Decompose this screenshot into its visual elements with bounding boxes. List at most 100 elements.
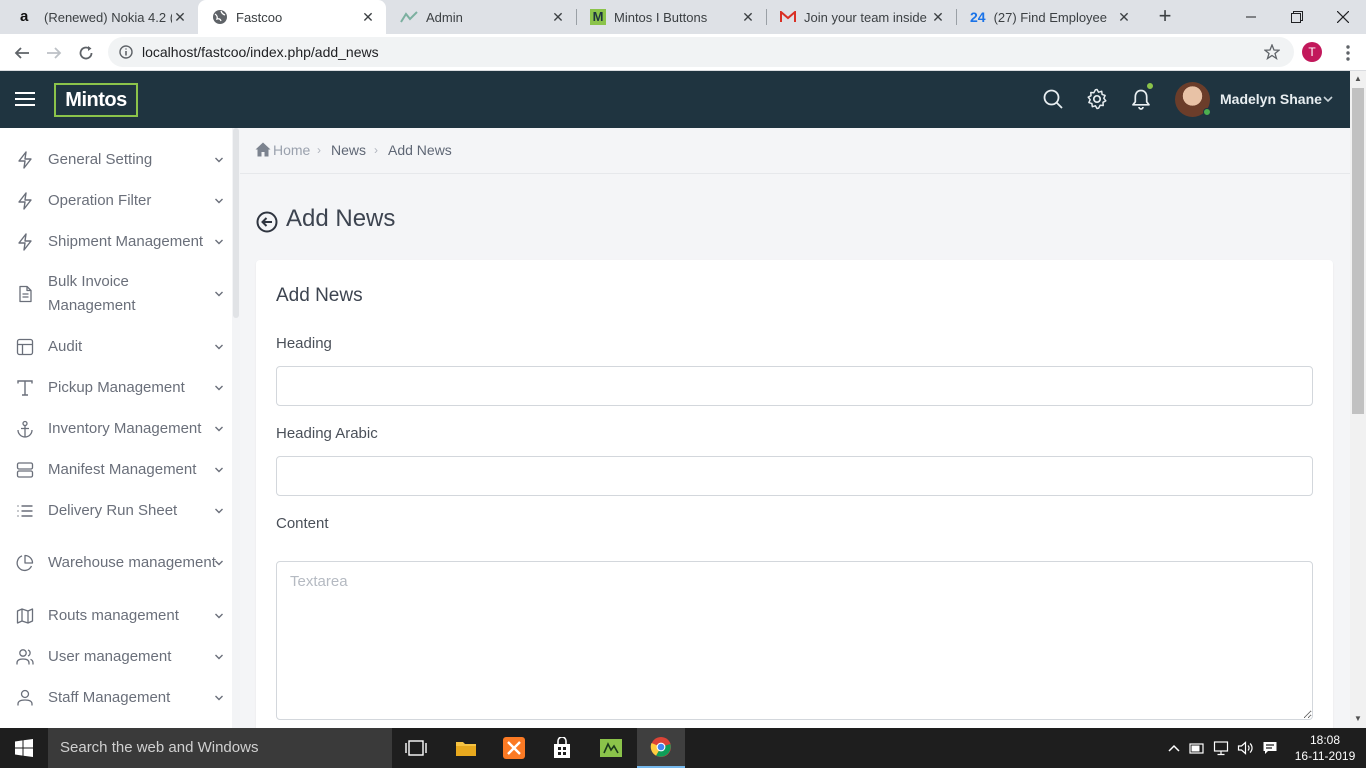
browser-tab-active[interactable]: Fastcoo ✕ (198, 0, 386, 34)
taskbar-app-editor[interactable] (587, 728, 635, 768)
sidebar-item-inventory-management[interactable]: Inventory Management (0, 417, 236, 441)
task-view-icon (405, 740, 427, 756)
network-icon[interactable] (1213, 740, 1229, 756)
start-button[interactable] (0, 728, 48, 768)
server-icon (16, 462, 34, 478)
close-icon[interactable]: ✕ (172, 9, 188, 26)
gear-icon[interactable] (1086, 88, 1108, 110)
arrow-right-icon (47, 47, 62, 59)
users-icon (16, 649, 34, 665)
new-tab-button[interactable]: + (1153, 5, 1177, 29)
close-icon[interactable]: ✕ (360, 9, 376, 26)
sidebar-item-delivery-run-sheet[interactable]: Delivery Run Sheet (0, 499, 236, 523)
breadcrumb-current: Add News (388, 142, 452, 158)
user-icon (17, 689, 33, 706)
sidebar-item-label: Operation Filter (48, 192, 152, 209)
chevron-down-icon (215, 654, 223, 660)
xampp-icon (503, 737, 525, 759)
search-icon[interactable] (1042, 88, 1064, 110)
sidebar-item-label: Manifest Management (48, 461, 197, 478)
editor-app-icon (600, 739, 622, 757)
sidebar-item-label: Pickup Management (48, 379, 185, 396)
sidebar-item-routs-management[interactable]: Routs management (0, 604, 236, 628)
bolt-icon (18, 192, 32, 210)
bolt-icon (18, 233, 32, 251)
close-icon[interactable]: ✕ (930, 9, 946, 26)
heading-input[interactable] (276, 366, 1313, 406)
battery-icon[interactable] (1189, 740, 1205, 756)
pie-chart-icon (16, 554, 34, 572)
breadcrumb-home[interactable]: Home (273, 142, 310, 158)
notification-dot (1146, 82, 1154, 90)
user-name[interactable]: Madelyn Shane (1220, 91, 1322, 107)
forward-button[interactable] (41, 40, 67, 66)
star-icon[interactable] (1264, 44, 1280, 60)
online-status-dot (1203, 108, 1211, 116)
heading-arabic-input[interactable] (276, 456, 1313, 496)
sidebar-item-staff-management[interactable]: Staff Management (0, 686, 236, 710)
info-icon[interactable] (119, 45, 133, 59)
browser-tab[interactable]: M Mintos I Buttons ✕ (576, 0, 766, 34)
bell-icon[interactable] (1130, 88, 1152, 110)
taskbar-clock[interactable]: 18:08 16-11-2019 (1292, 732, 1358, 764)
scroll-down-icon[interactable]: ▼ (1352, 713, 1364, 725)
chevron-down-icon (215, 613, 223, 619)
address-bar[interactable]: localhost/fastcoo/index.php/add_news (108, 37, 1294, 67)
brand-logo[interactable]: Mintos (54, 83, 138, 117)
back-button[interactable] (9, 40, 35, 66)
anchor-icon (17, 420, 33, 438)
close-window-button[interactable] (1320, 0, 1366, 34)
chevron-up-icon[interactable] (1166, 740, 1182, 756)
url-text: localhost/fastcoo/index.php/add_news (142, 44, 379, 60)
volume-icon[interactable] (1237, 740, 1253, 756)
sidebar-item-bulk-invoice-management[interactable]: Bulk Invoice Management (0, 270, 236, 318)
profile-avatar[interactable]: T (1302, 42, 1322, 62)
sidebar-item-manifest-management[interactable]: Manifest Management (0, 458, 236, 482)
chevron-down-icon[interactable] (1322, 93, 1334, 105)
browser-tab[interactable]: 24 (27) Find Employee ✕ (956, 0, 1142, 34)
hamburger-menu-icon[interactable] (15, 90, 35, 108)
sidebar-item-pickup-management[interactable]: Pickup Management (0, 376, 236, 400)
taskbar-app-xampp[interactable] (490, 728, 538, 768)
chevron-right-icon: › (317, 143, 321, 157)
sidebar-item-shipment-management[interactable]: Shipment Management (0, 230, 236, 254)
taskbar-app-store[interactable] (538, 728, 586, 768)
sidebar-item-operation-filter[interactable]: Operation Filter (0, 189, 236, 213)
close-icon[interactable]: ✕ (550, 9, 566, 26)
content-textarea[interactable] (276, 561, 1313, 720)
browser-tab[interactable]: Join your team inside B ✕ (766, 0, 956, 34)
restore-button[interactable] (1274, 0, 1320, 34)
minimize-button[interactable] (1228, 0, 1274, 34)
page-scrollbar-thumb[interactable] (1352, 88, 1364, 414)
sidebar-item-label: Bulk Invoice Management (48, 273, 136, 314)
tab-title: (27) Find Employee (993, 9, 1108, 25)
folder-icon (456, 742, 476, 756)
tab-title: Mintos I Buttons (614, 9, 708, 25)
browser-tab[interactable]: a (Renewed) Nokia 4.2 (B ✕ (6, 0, 198, 34)
taskbar-search-box[interactable]: Search the web and Windows (48, 728, 392, 768)
taskbar-app-chrome[interactable] (637, 728, 685, 768)
sidebar-item-audit[interactable]: Audit (0, 335, 236, 359)
back-arrow-circle-icon[interactable] (256, 211, 278, 233)
layout-icon (16, 338, 34, 356)
sidebar-item-label: Routs management (48, 607, 179, 624)
home-icon[interactable] (255, 142, 271, 157)
sidebar-item-user-management[interactable]: User management (0, 645, 236, 669)
sidebar-item-warehouse-management[interactable]: Warehouse management (0, 539, 236, 587)
taskbar-app-file-explorer[interactable] (442, 728, 490, 768)
sidebar-scrollbar-thumb[interactable] (233, 128, 239, 318)
chevron-down-icon (215, 560, 223, 566)
close-icon[interactable]: ✕ (740, 9, 756, 26)
chevron-down-icon (215, 157, 223, 163)
scroll-up-icon[interactable]: ▲ (1352, 73, 1364, 85)
task-view-button[interactable] (392, 728, 440, 768)
reload-button[interactable] (73, 40, 99, 66)
breadcrumb-news[interactable]: News (331, 142, 366, 158)
close-icon[interactable]: ✕ (1116, 9, 1132, 26)
chevron-down-icon (215, 344, 223, 350)
menu-kebab-icon[interactable] (1340, 43, 1356, 63)
browser-tab[interactable]: Admin ✕ (386, 0, 576, 34)
globe-icon (213, 10, 227, 24)
action-center-icon[interactable] (1262, 740, 1278, 756)
sidebar-item-general-setting[interactable]: General Setting (0, 148, 236, 172)
